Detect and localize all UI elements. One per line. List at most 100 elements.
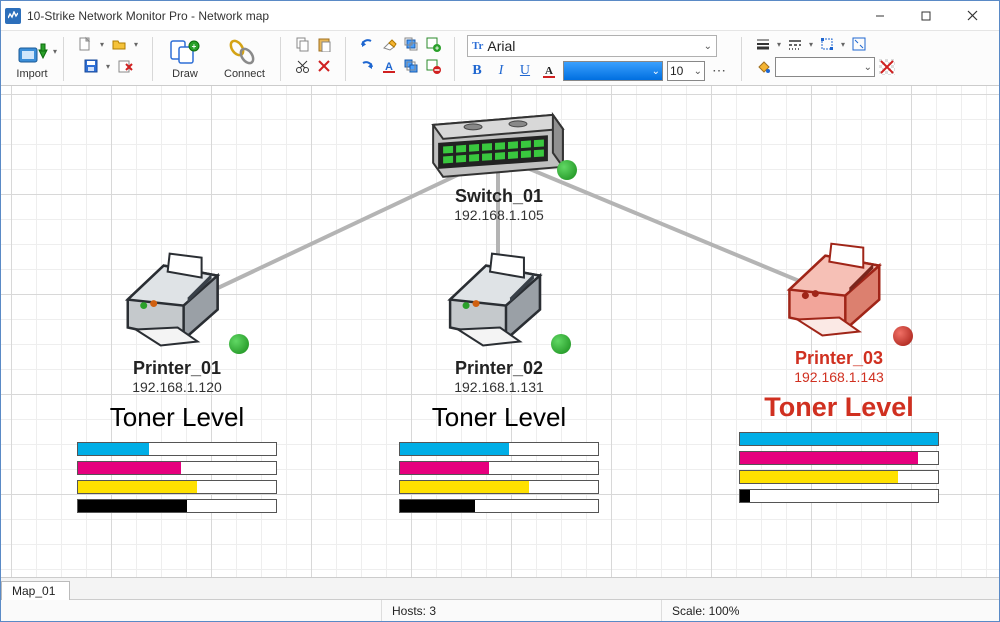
- toner-bar-black: [77, 499, 277, 513]
- svg-text:+: +: [435, 46, 439, 53]
- chevron-down-icon[interactable]: ▾: [807, 40, 815, 49]
- maximize-button[interactable]: [903, 1, 949, 31]
- toner-bar-yellow: [77, 480, 277, 494]
- add-object-button[interactable]: +: [424, 35, 442, 53]
- draw-label: Draw: [172, 68, 198, 80]
- group-edit: + A: [352, 35, 448, 83]
- redo-button[interactable]: [358, 57, 376, 75]
- toner-block-2: [399, 442, 599, 518]
- chevron-down-icon: ⌄: [864, 62, 872, 73]
- chevron-down-icon: ⌄: [694, 66, 702, 77]
- remove-object-button[interactable]: [424, 57, 442, 75]
- status-bar: Hosts: 3 Scale: 100%: [1, 599, 999, 621]
- save-button[interactable]: [82, 57, 100, 75]
- toolbar: ▾ Import ▾ ▾ ▾ + Draw: [1, 31, 999, 86]
- chevron-down-icon[interactable]: ▾: [775, 40, 783, 49]
- toner-bar-black: [399, 499, 599, 513]
- fit-button[interactable]: [850, 35, 868, 53]
- chevron-down-icon[interactable]: ▾: [104, 62, 112, 71]
- toner-heading-3: Toner Level: [764, 392, 914, 423]
- open-button[interactable]: [110, 35, 128, 53]
- svg-text:A: A: [545, 65, 553, 77]
- map-tab-bar: Map_01: [1, 577, 999, 599]
- chevron-down-icon[interactable]: ▾: [839, 40, 847, 49]
- map-canvas[interactable]: Switch_01 192.168.1.105 Printer_01 192.1…: [1, 86, 999, 577]
- send-back-button[interactable]: [402, 57, 420, 75]
- printer-2-ip: 192.168.1.131: [454, 379, 544, 395]
- toner-heading-1: Toner Level: [110, 402, 244, 433]
- group-draw: + Draw: [159, 35, 211, 83]
- chevron-down-icon: ⌄: [704, 41, 712, 52]
- font-size-select[interactable]: 10 ⌄: [667, 61, 705, 81]
- no-fill-button[interactable]: [878, 58, 896, 76]
- bold-button[interactable]: B: [467, 61, 487, 81]
- font-size-value: 10: [670, 64, 683, 78]
- line-weight-button[interactable]: [754, 35, 772, 53]
- printer-node-2[interactable]: [450, 254, 540, 346]
- status-hosts: Hosts: 3: [381, 600, 661, 621]
- delete-button[interactable]: [315, 57, 333, 75]
- underline-button[interactable]: U: [515, 61, 535, 81]
- font-family-select[interactable]: Tr Arial ⌄: [467, 35, 717, 57]
- eraser-button[interactable]: [380, 35, 398, 53]
- printer-1-label: Printer_01 192.168.1.120: [132, 358, 222, 395]
- toner-block-3: [739, 432, 939, 508]
- chevron-down-icon[interactable]: ▾: [98, 40, 106, 49]
- connect-button[interactable]: Connect: [221, 35, 268, 83]
- connect-label: Connect: [224, 68, 265, 80]
- chevron-down-icon: ▾: [51, 47, 59, 56]
- toner-bar-magenta: [77, 461, 277, 475]
- status-scale: Scale: 100%: [661, 600, 999, 621]
- map-tab[interactable]: Map_01: [1, 581, 70, 600]
- printer-1-name: Printer_01: [132, 358, 222, 379]
- svg-text:+: +: [192, 42, 197, 51]
- paste-button[interactable]: [315, 35, 333, 53]
- select-area-button[interactable]: [818, 35, 836, 53]
- status-dot-printer-1: [229, 334, 249, 354]
- printer-node-1[interactable]: [128, 254, 218, 346]
- cut-button[interactable]: [293, 57, 311, 75]
- more-font-button[interactable]: ⋯: [709, 61, 729, 81]
- minimize-button[interactable]: [857, 1, 903, 31]
- text-color-button[interactable]: A: [380, 57, 398, 75]
- printer-1-ip: 192.168.1.120: [132, 379, 222, 395]
- group-font: Tr Arial ⌄ B I U A ⌄ 10 ⌄ ⋯: [461, 35, 735, 83]
- line-dash-button[interactable]: [786, 35, 804, 53]
- new-button[interactable]: [76, 35, 94, 53]
- bring-front-button[interactable]: [402, 35, 420, 53]
- title-bar: 10-Strike Network Monitor Pro - Network …: [1, 1, 999, 31]
- switch-node[interactable]: [433, 115, 563, 177]
- status-dot-printer-3: [893, 326, 913, 346]
- toner-bar-yellow: [739, 470, 939, 484]
- printer-2-label: Printer_02 192.168.1.131: [454, 358, 544, 395]
- group-file: ▾ ▾ ▾: [70, 35, 146, 83]
- switch-name: Switch_01: [454, 186, 544, 207]
- delete-map-button[interactable]: [116, 57, 134, 75]
- toner-bar-black: [739, 489, 939, 503]
- italic-button[interactable]: I: [491, 61, 511, 81]
- import-button[interactable]: ▾ Import: [13, 35, 51, 83]
- font-color-button[interactable]: A: [539, 61, 559, 81]
- fill-button[interactable]: [754, 58, 772, 76]
- connect-icon: [229, 38, 259, 66]
- printer-node-3[interactable]: [789, 244, 879, 336]
- status-dot-switch: [557, 160, 577, 180]
- printer-2-name: Printer_02: [454, 358, 544, 379]
- font-family-value: Arial: [487, 38, 699, 54]
- printer-3-label: Printer_03 192.168.1.143: [794, 348, 884, 385]
- group-style: ▾ ▾ ▾ ⌄: [748, 35, 902, 83]
- undo-button[interactable]: [358, 35, 376, 53]
- font-color-select[interactable]: ⌄: [563, 61, 663, 81]
- close-button[interactable]: [949, 1, 995, 31]
- window-title: 10-Strike Network Monitor Pro - Network …: [27, 9, 269, 23]
- group-import: ▾ Import: [7, 35, 57, 83]
- copy-button[interactable]: [293, 35, 311, 53]
- group-clipboard: [287, 35, 339, 83]
- fill-color-select[interactable]: ⌄: [775, 57, 875, 77]
- draw-button[interactable]: + Draw: [165, 35, 205, 83]
- chevron-down-icon[interactable]: ▾: [132, 40, 140, 49]
- toner-bar-cyan: [77, 442, 277, 456]
- switch-ip: 192.168.1.105: [454, 207, 544, 223]
- toner-bar-cyan: [739, 432, 939, 446]
- toner-bar-yellow: [399, 480, 599, 494]
